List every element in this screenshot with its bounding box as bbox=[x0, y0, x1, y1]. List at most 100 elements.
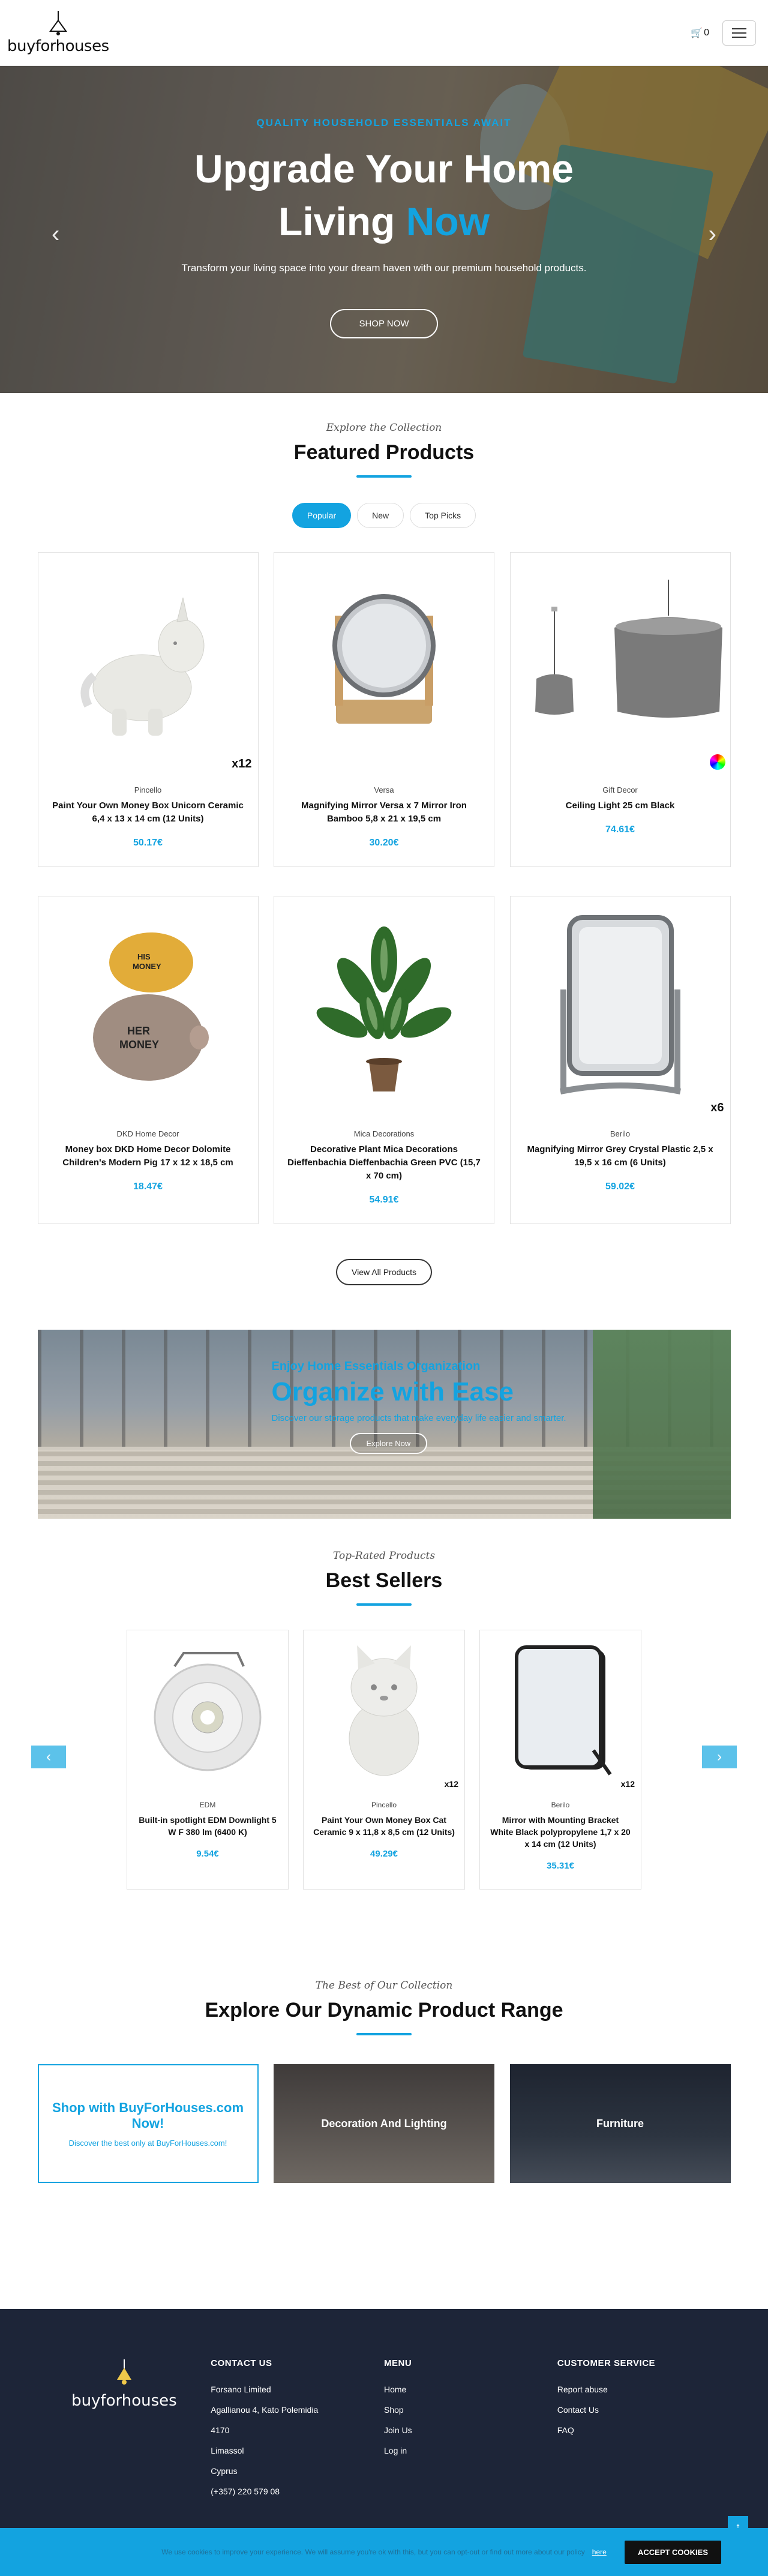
hero-title-line1: Upgrade Your Home bbox=[194, 146, 574, 191]
organize-banner: Enjoy Home Essentials Organization Organ… bbox=[37, 1330, 731, 1519]
product-brand: Berilo bbox=[610, 1129, 631, 1138]
product-image[interactable]: x12 bbox=[480, 1630, 641, 1792]
product-image[interactable] bbox=[127, 1630, 288, 1792]
product-brand: Pincello bbox=[134, 785, 162, 794]
mirror-bracket-icon bbox=[515, 1645, 612, 1776]
product-card[interactable]: Mica Decorations Decorative Plant Mica D… bbox=[274, 896, 494, 1224]
product-brand: Versa bbox=[374, 785, 394, 794]
product-card[interactable]: EDM Built-in spotlight EDM Downlight 5 W… bbox=[127, 1630, 289, 1890]
tab-top-picks[interactable]: Top Picks bbox=[410, 503, 476, 528]
product-image[interactable]: x12 bbox=[38, 553, 258, 775]
tab-new[interactable]: New bbox=[357, 503, 404, 528]
tab-popular[interactable]: Popular bbox=[292, 503, 352, 528]
footer-link-contact[interactable]: Contact Us bbox=[557, 2400, 731, 2420]
product-brand: Pincello bbox=[371, 1801, 397, 1809]
quantity-badge: x12 bbox=[620, 1779, 635, 1789]
accept-cookies-button[interactable]: ACCEPT COOKIES bbox=[624, 2540, 721, 2564]
product-price: 59.02€ bbox=[605, 1181, 635, 1192]
rectangular-mirror-icon bbox=[559, 915, 681, 1094]
product-name[interactable]: Built-in spotlight EDM Downlight 5 W F 3… bbox=[137, 1814, 278, 1838]
contact-phone[interactable]: (+357) 220 579 08 bbox=[211, 2481, 384, 2502]
lamp-logo-icon bbox=[49, 10, 67, 35]
cart-count: 0 bbox=[704, 27, 709, 38]
explore-now-button[interactable]: Explore Now bbox=[349, 1433, 428, 1454]
footer-link-home[interactable]: Home bbox=[384, 2379, 557, 2400]
product-brand: Gift Decor bbox=[602, 785, 638, 794]
footer-heading: CONTACT US bbox=[211, 2358, 272, 2368]
category-tile-decoration[interactable]: Decoration And Lighting bbox=[274, 2064, 494, 2183]
product-name[interactable]: Magnifying Mirror Versa x 7 Mirror Iron … bbox=[287, 799, 481, 826]
category-tile-furniture[interactable]: Furniture bbox=[509, 2064, 731, 2183]
footer-contact: CONTACT US Forsano Limited Agallianou 4,… bbox=[211, 2358, 384, 2502]
footer-link-report-abuse[interactable]: Report abuse bbox=[557, 2379, 731, 2400]
product-card[interactable]: x12 Pincello Paint Your Own Money Box Un… bbox=[37, 552, 259, 867]
product-card[interactable]: x6 Berilo Magnifying Mirror Grey Crystal… bbox=[509, 896, 731, 1224]
product-price: 49.29€ bbox=[370, 1849, 398, 1859]
hero-content: QUALITY HOUSEHOLD ESSENTIALS AWAIT Upgra… bbox=[0, 66, 768, 338]
carousel-prev-button[interactable]: ‹ bbox=[31, 1746, 66, 1768]
shop-promo-tile[interactable]: Shop with BuyForHouses.com Now! Discover… bbox=[37, 2064, 259, 2183]
product-card[interactable]: Versa Magnifying Mirror Versa x 7 Mirror… bbox=[274, 552, 494, 867]
footer-menu: MENU Home Shop Join Us Log in bbox=[384, 2358, 557, 2502]
footer-link-login[interactable]: Log in bbox=[384, 2440, 557, 2461]
cookie-policy-link[interactable]: here bbox=[592, 2548, 607, 2556]
product-image[interactable]: x12 bbox=[304, 1630, 464, 1792]
product-name[interactable]: Paint Your Own Money Box Cat Ceramic 9 x… bbox=[313, 1814, 455, 1838]
contact-line: Agallianou 4, Kato Polemidia bbox=[211, 2405, 319, 2415]
banner-title: Organize with Ease bbox=[271, 1377, 514, 1407]
product-name[interactable]: Ceiling Light 25 cm Black bbox=[524, 799, 717, 812]
pig-money-box-icon: HIS MONEY HER MONEY bbox=[92, 932, 209, 1081]
product-card[interactable]: HIS MONEY HER MONEY DKD Home Decor Money… bbox=[37, 896, 259, 1224]
product-card[interactable]: x12 Pincello Paint Your Own Money Box Ca… bbox=[303, 1630, 465, 1890]
footer-logo-text: buyforhouses bbox=[71, 2392, 177, 2410]
best-sellers-section: Top-Rated Products Best Sellers ‹ › EDM … bbox=[0, 1519, 768, 1890]
hero-slider: ‹ › QUALITY HOUSEHOLD ESSENTIALS AWAIT U… bbox=[0, 66, 768, 393]
hero-title-accent: Now bbox=[406, 199, 490, 244]
product-price: 18.47€ bbox=[133, 1181, 163, 1192]
product-name[interactable]: Paint Your Own Money Box Unicorn Ceramic… bbox=[52, 799, 245, 826]
header-actions: 🛒 0 bbox=[691, 20, 756, 46]
hero-kicker: QUALITY HOUSEHOLD ESSENTIALS AWAIT bbox=[256, 117, 512, 128]
cart-button[interactable]: 🛒 0 bbox=[691, 27, 709, 39]
carousel-next-button[interactable]: › bbox=[702, 1746, 737, 1768]
footer-heading: MENU bbox=[384, 2358, 412, 2368]
footer-link-faq[interactable]: FAQ bbox=[557, 2420, 731, 2440]
banner-kicker: Enjoy Home Essentials Organization bbox=[271, 1360, 481, 1373]
shop-now-button[interactable]: SHOP NOW bbox=[330, 309, 438, 338]
product-price: 35.31€ bbox=[547, 1861, 574, 1871]
contact-line: Limassol bbox=[211, 2446, 244, 2455]
footer-link-join[interactable]: Join Us bbox=[384, 2420, 557, 2440]
section-kicker: The Best of Our Collection bbox=[315, 1980, 453, 1992]
product-image[interactable] bbox=[274, 896, 494, 1118]
product-card[interactable]: x12 Berilo Mirror with Mounting Bracket … bbox=[479, 1630, 641, 1890]
promo-title: Shop with BuyForHouses.com Now! bbox=[52, 2100, 244, 2131]
ceiling-light-icon bbox=[535, 580, 722, 718]
color-wheel-icon bbox=[709, 754, 725, 770]
featured-products-section: Explore the Collection Featured Products… bbox=[37, 393, 731, 1519]
footer-logo[interactable]: buyforhouses bbox=[38, 2358, 211, 2502]
product-image[interactable] bbox=[510, 553, 730, 775]
product-card[interactable]: Gift Decor Ceiling Light 25 cm Black 74.… bbox=[509, 552, 731, 867]
footer-link-shop[interactable]: Shop bbox=[384, 2400, 557, 2420]
product-name[interactable]: Magnifying Mirror Grey Crystal Plastic 2… bbox=[524, 1143, 717, 1169]
site-header: buyforhouses 🛒 0 bbox=[0, 0, 768, 66]
chevron-left-icon: ‹ bbox=[46, 1749, 51, 1765]
footer-columns: buyforhouses CONTACT US Forsano Limited … bbox=[38, 2309, 731, 2502]
product-name[interactable]: Decorative Plant Mica Decorations Dieffe… bbox=[287, 1143, 481, 1183]
product-image[interactable]: HIS MONEY HER MONEY bbox=[38, 896, 258, 1118]
chevron-right-icon: › bbox=[717, 1749, 722, 1765]
product-price: 50.17€ bbox=[133, 838, 163, 848]
best-sellers-carousel: EDM Built-in spotlight EDM Downlight 5 W… bbox=[0, 1630, 768, 1890]
product-image[interactable]: x6 bbox=[510, 896, 730, 1118]
view-all-products-button[interactable]: View All Products bbox=[336, 1259, 432, 1285]
hero-subtitle: Transform your living space into your dr… bbox=[181, 262, 587, 274]
product-image[interactable] bbox=[274, 553, 494, 775]
hamburger-icon bbox=[732, 28, 746, 29]
menu-toggle-button[interactable] bbox=[722, 20, 756, 46]
product-name[interactable]: Money box DKD Home Decor Dolomite Childr… bbox=[52, 1143, 245, 1169]
product-brand: EDM bbox=[199, 1801, 216, 1809]
product-name[interactable]: Mirror with Mounting Bracket White Black… bbox=[490, 1814, 631, 1850]
site-logo[interactable]: buyforhouses bbox=[7, 10, 109, 55]
contact-line: Forsano Limited bbox=[211, 2385, 271, 2394]
site-footer: buyforhouses CONTACT US Forsano Limited … bbox=[0, 2309, 768, 2576]
